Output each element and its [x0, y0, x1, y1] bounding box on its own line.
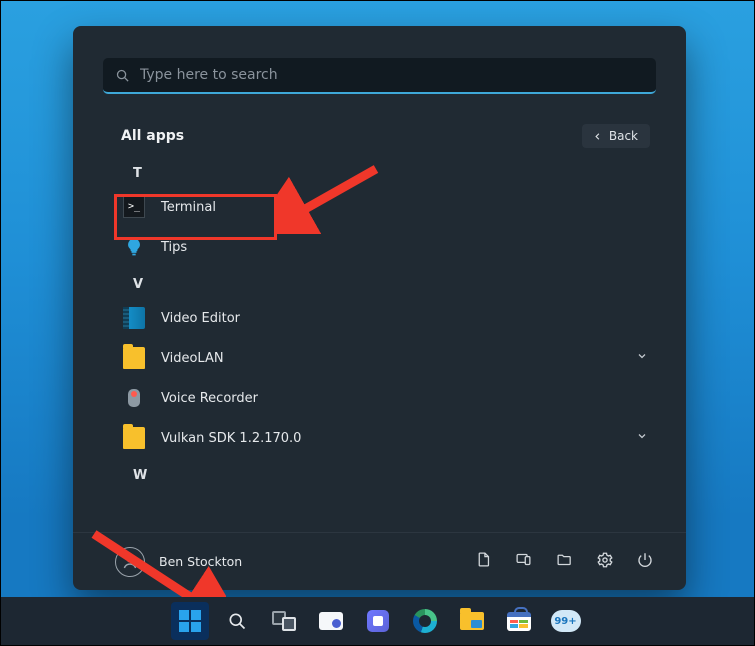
documents-icon[interactable]: [475, 551, 492, 572]
voice-recorder-icon: [123, 387, 145, 409]
app-label: Video Editor: [161, 311, 676, 326]
edge-icon: [413, 609, 437, 633]
tips-icon: [123, 236, 145, 258]
task-view-icon: [272, 611, 296, 631]
windows-logo-icon: [179, 610, 201, 632]
app-video-editor[interactable]: Video Editor: [103, 298, 676, 338]
start-footer: Ben Stockton: [73, 532, 686, 590]
section-letter-w[interactable]: W: [103, 458, 676, 489]
apps-list: T >_ Terminal Tips V Video Editor VideoL…: [73, 156, 686, 532]
avatar-icon: [115, 547, 145, 577]
user-account-button[interactable]: Ben Stockton: [115, 547, 242, 577]
start-menu-panel: All apps Back T >_ Terminal Tips V Video…: [73, 26, 686, 590]
search-icon: [227, 611, 247, 631]
pictures-folder-icon[interactable]: [555, 551, 574, 572]
app-videolan[interactable]: VideoLAN: [103, 338, 676, 378]
app-label: VideoLAN: [161, 351, 620, 366]
settings-icon[interactable]: [596, 551, 614, 573]
app-tips[interactable]: Tips: [103, 227, 676, 267]
chevron-down-icon[interactable]: [636, 430, 676, 446]
chevron-left-icon: [592, 131, 603, 142]
microsoft-store-button[interactable]: [500, 602, 538, 640]
taskbar-search-button[interactable]: [218, 602, 256, 640]
edge-button[interactable]: [406, 602, 444, 640]
back-button[interactable]: Back: [582, 124, 650, 148]
app-terminal[interactable]: >_ Terminal: [103, 187, 676, 227]
back-label: Back: [609, 129, 638, 143]
app-label: Tips: [161, 240, 676, 255]
section-letter-v[interactable]: V: [103, 267, 676, 298]
mail-button[interactable]: 99+: [547, 602, 585, 640]
chat-button[interactable]: [359, 602, 397, 640]
app-vulkan-sdk[interactable]: Vulkan SDK 1.2.170.0: [103, 418, 676, 458]
whiteboard-icon: [319, 612, 343, 630]
microsoft-store-icon: [507, 612, 531, 631]
start-button[interactable]: [171, 602, 209, 640]
app-label: Voice Recorder: [161, 391, 676, 406]
search-box[interactable]: [103, 58, 656, 94]
taskbar: 99+: [1, 597, 754, 645]
app-label: Terminal: [161, 200, 676, 215]
file-explorer-button[interactable]: [453, 602, 491, 640]
task-view-button[interactable]: [265, 602, 303, 640]
search-icon: [115, 68, 130, 83]
chevron-down-icon[interactable]: [636, 350, 676, 366]
folder-icon: [123, 427, 145, 449]
section-letter-t[interactable]: T: [103, 156, 676, 187]
folder-icon: [123, 347, 145, 369]
search-input[interactable]: [140, 67, 644, 83]
user-name: Ben Stockton: [159, 554, 242, 569]
connected-devices-icon[interactable]: [514, 551, 533, 572]
video-editor-icon: [123, 307, 145, 329]
power-icon[interactable]: [636, 551, 654, 573]
app-voice-recorder[interactable]: Voice Recorder: [103, 378, 676, 418]
whiteboard-button[interactable]: [312, 602, 350, 640]
terminal-icon: >_: [123, 196, 145, 218]
app-label: Vulkan SDK 1.2.170.0: [161, 431, 620, 446]
mail-badge-icon: 99+: [551, 610, 581, 632]
chat-icon: [367, 610, 389, 632]
file-explorer-icon: [460, 612, 484, 630]
all-apps-heading: All apps: [121, 128, 184, 144]
